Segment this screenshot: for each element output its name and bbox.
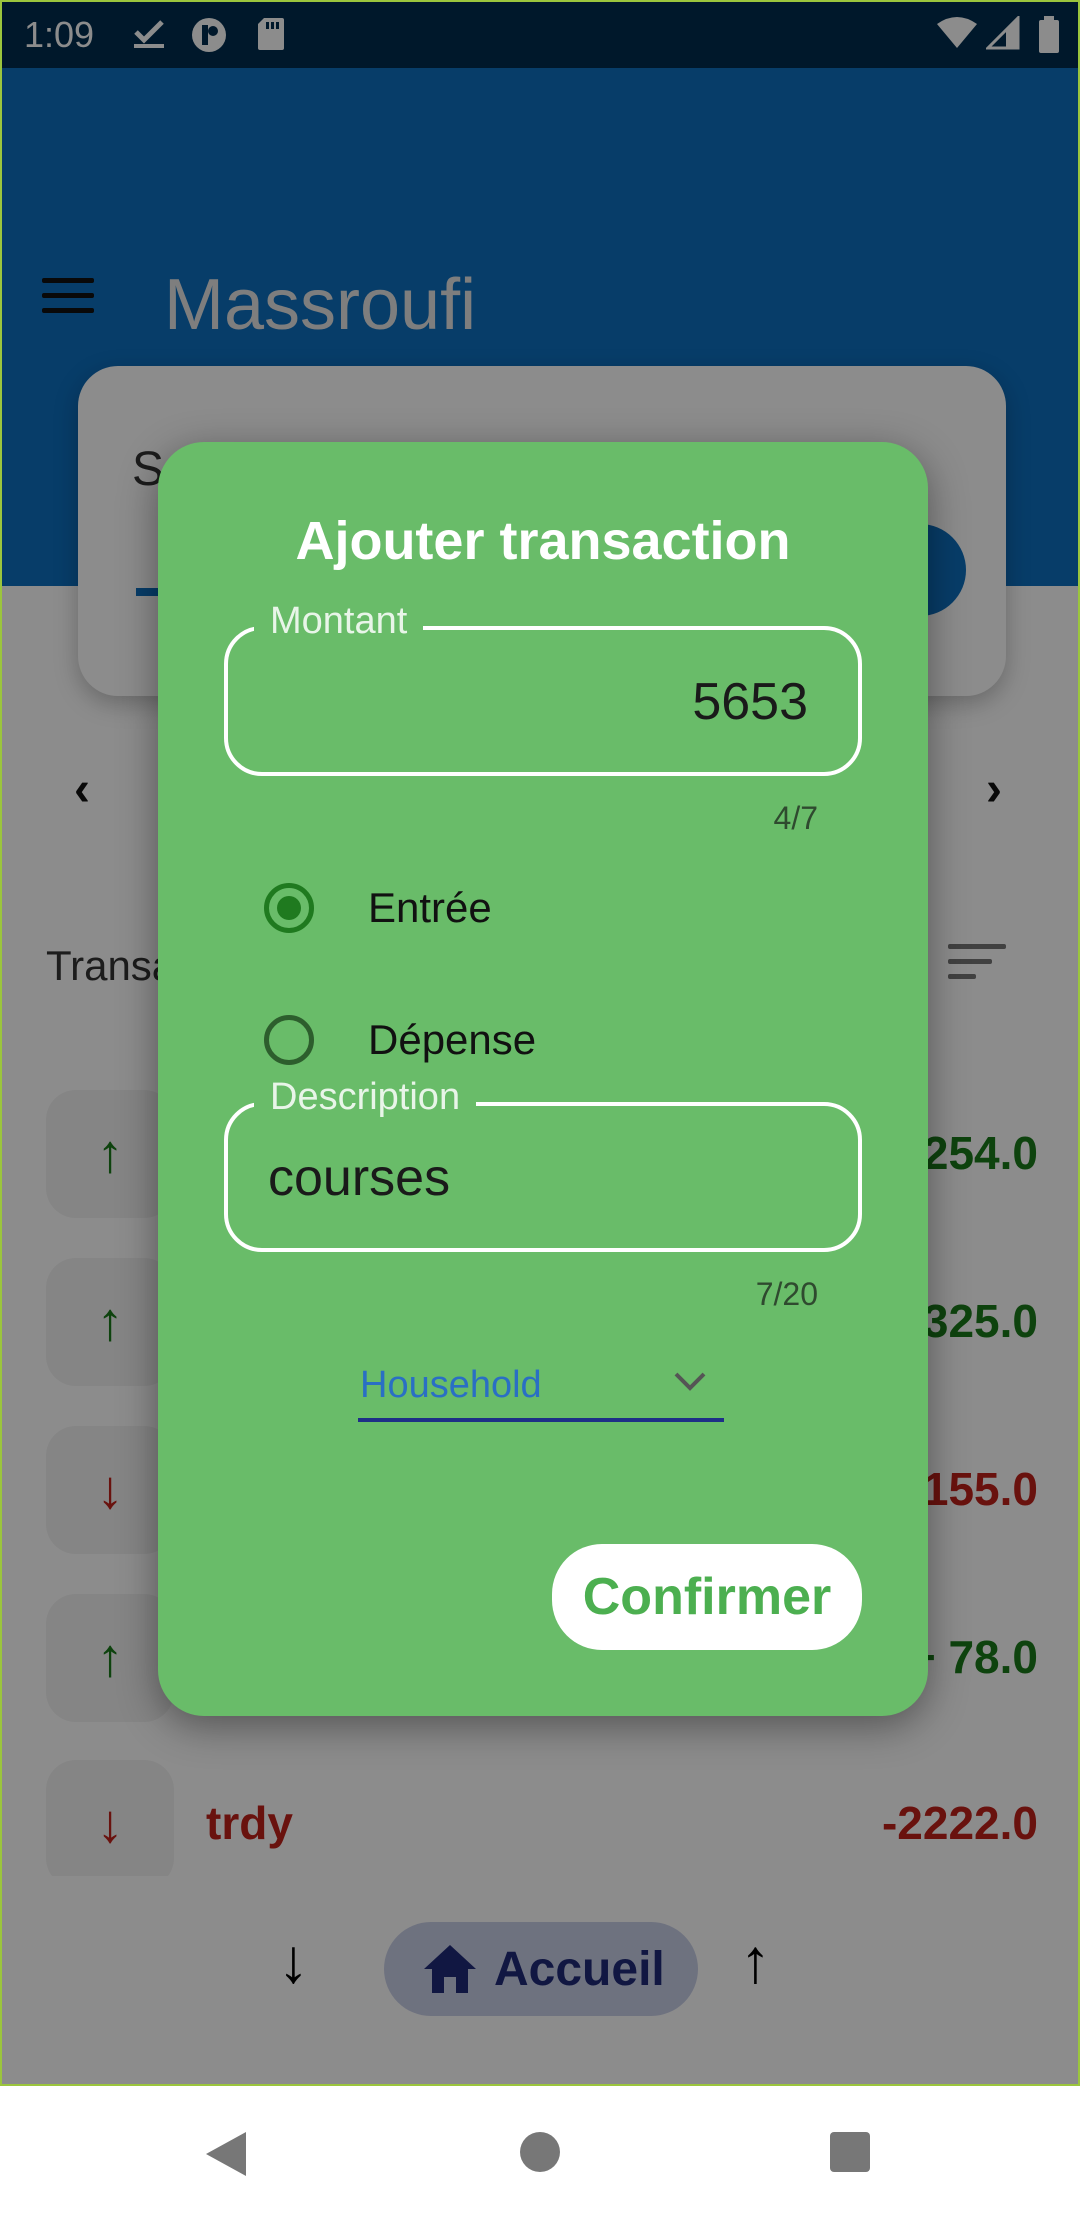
confirm-button[interactable]: Confirmer [552,1544,862,1650]
income-radio-label: Entrée [368,884,492,931]
amount-value: 5653 [692,673,808,731]
description-value: courses [268,1149,451,1207]
home-circle-icon[interactable] [520,2132,560,2172]
income-radio[interactable] [264,883,314,933]
dialog-title: Ajouter transaction [295,511,791,571]
add-transaction-dialog: Ajouter transaction Montant 5653 4/7 Ent… [158,442,928,1716]
category-value: Household [360,1364,542,1406]
expense-radio-label: Dépense [368,1016,537,1063]
chevron-down-icon [674,1372,706,1391]
recents-icon[interactable] [830,2132,870,2172]
expense-radio-option[interactable]: Dépense [264,1010,536,1070]
expense-radio[interactable] [264,1015,314,1065]
screen: 1:09 Massroufi S ‹ › Transa ↑ 254.0 ↑ 32… [0,0,1080,2086]
income-radio-option[interactable]: Entrée [264,878,492,938]
amount-field[interactable]: Montant 5653 [224,600,862,776]
description-counter: 7/20 [755,1276,818,1312]
amount-label: Montant [254,600,424,643]
amount-counter: 4/7 [773,800,818,836]
description-label: Description [254,1076,477,1119]
system-nav-bar [0,2086,1080,2220]
description-field[interactable]: Description courses [224,1076,862,1252]
back-icon[interactable] [206,2132,246,2176]
category-dropdown[interactable]: Household [358,1350,724,1422]
